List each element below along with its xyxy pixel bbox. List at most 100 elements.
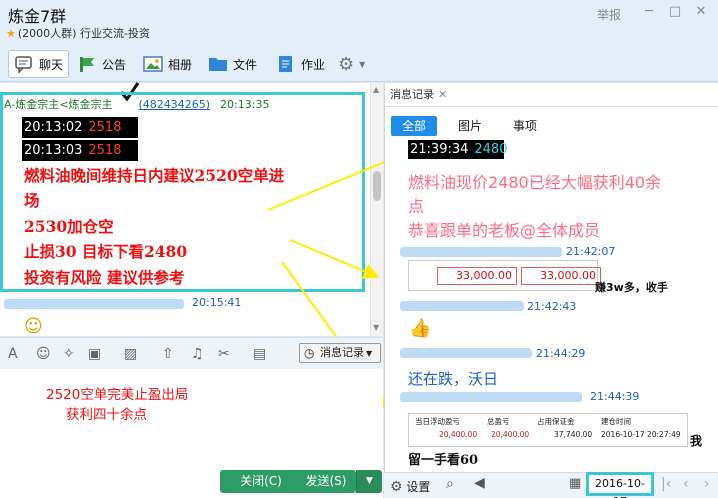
magic-icon[interactable]: ✧	[63, 346, 75, 362]
redacted-sender	[400, 247, 562, 257]
chat-icon	[14, 55, 34, 74]
input-text-line: 获利四十余点	[66, 407, 147, 423]
folder-icon	[208, 55, 228, 73]
tab-homework[interactable]: 作业	[271, 50, 330, 78]
calendar-icon[interactable]: ▦	[569, 476, 581, 491]
tab-announcement-label: 公告	[102, 57, 127, 72]
history-text-line: 点	[408, 197, 425, 216]
tab-homework-label: 作业	[301, 57, 326, 72]
table-header: 当日浮动盈亏	[415, 417, 460, 426]
tab-chat-label: 聊天	[39, 57, 64, 72]
message-time: 21:42:07	[566, 245, 616, 258]
history-tab[interactable]: 消息记录 ✕	[390, 86, 464, 104]
redacted-sender	[400, 301, 524, 311]
emoji-icon[interactable]: ☺	[36, 346, 51, 362]
chat-scrollbar[interactable]: ▲ ▼	[370, 83, 383, 336]
table-cell: 33,000.00	[521, 267, 601, 285]
table-cell: 20,400.00	[439, 430, 478, 439]
tab-files-label: 文件	[233, 57, 258, 72]
history-text-line: 还在跌，沃日	[408, 370, 499, 388]
prev-page-icon[interactable]: ‹	[683, 476, 689, 492]
tab-chat[interactable]: 聊天	[8, 50, 70, 78]
tab-album-label: 相册	[168, 57, 193, 72]
table-cell: 20,400.00	[491, 430, 530, 439]
star-icon: ★	[6, 27, 16, 40]
close-window-icon[interactable]: ✕	[692, 3, 710, 21]
upload-icon[interactable]: ⇧	[162, 346, 174, 362]
report-link[interactable]: 举报	[597, 6, 621, 23]
scroll-up-icon[interactable]: ▲	[373, 85, 379, 94]
smiley-emoji-icon: ☺	[24, 316, 43, 337]
account-table-snippet: 33,000.00 33,000.00	[408, 260, 601, 291]
first-page-icon[interactable]: |‹	[661, 476, 671, 492]
history-text-line: 恭喜跟单的老板@全体成员	[408, 221, 601, 240]
album-icon	[143, 55, 163, 73]
tab-files[interactable]: 文件	[203, 50, 262, 78]
redacted-sender	[400, 348, 532, 358]
red-packet-icon[interactable]: ▤	[253, 346, 266, 362]
send-options-chevron-icon[interactable]: ▼	[356, 470, 382, 493]
music-icon[interactable]: ♫	[191, 346, 204, 362]
position-table-snippet: 当日浮动盈亏 总盈亏 占用保证金 建仓时间 20,400.00 20,400.0…	[408, 413, 688, 447]
history-text-line: 留一手看60	[408, 453, 479, 468]
date-picker[interactable]: 2016-10-17	[586, 472, 654, 498]
table-cell: 37,740.00	[554, 430, 593, 439]
speaker-icon[interactable]: ◀	[474, 475, 485, 491]
history-tab-label: 消息记录	[390, 88, 434, 101]
tab-album[interactable]: 相册	[138, 50, 197, 78]
scroll-down-icon[interactable]: ▼	[373, 323, 379, 332]
chevron-down-icon: ▼	[366, 349, 373, 358]
search-icon[interactable]: ⌕	[446, 476, 454, 492]
message-history-button[interactable]: ◷ 消息记录 ▼	[299, 343, 381, 363]
quote-price: 2480	[474, 142, 508, 157]
font-icon[interactable]: A	[8, 346, 18, 362]
filter-images[interactable]: 图片	[450, 116, 490, 136]
group-title: 炼金7群	[8, 7, 67, 26]
message-time: 21:44:29	[536, 347, 586, 360]
gear-icon: ⚙	[338, 53, 355, 75]
scissors-icon[interactable]: ✂	[218, 346, 230, 362]
table-cell: 2016-10-17 20:27:49	[601, 430, 681, 439]
gift-icon[interactable]: ▣	[88, 346, 101, 362]
message-time: 20:15:41	[192, 296, 242, 309]
group-member-info: (2000人群) 行业交流-投资	[17, 27, 150, 40]
send-button[interactable]: 发送(S)	[296, 470, 356, 493]
settings-gear-dropdown[interactable]: ⚙ ▼	[333, 50, 370, 78]
message-time: 21:42:43	[527, 300, 577, 313]
highlight-box	[0, 92, 365, 292]
minimize-icon[interactable]: ─	[640, 3, 658, 21]
homework-icon	[276, 55, 296, 73]
history-text-line: 赚3w多，收手	[595, 281, 668, 294]
maximize-icon[interactable]: □	[666, 3, 684, 21]
settings-button[interactable]: ⚙ 设置	[390, 478, 430, 495]
message-time: 21:44:39	[590, 390, 640, 403]
gear-icon: ⚙	[390, 479, 403, 495]
history-text-line: 燃料油现价2480已经大幅获利40余	[408, 173, 662, 192]
tab-announcement[interactable]: 公告	[72, 50, 131, 78]
settings-label: 设置	[406, 480, 431, 494]
group-subtitle: ★ (2000人群) 行业交流-投资	[6, 25, 150, 41]
divider	[384, 106, 718, 107]
chevron-down-icon: ▼	[359, 59, 366, 69]
clock-icon: ◷	[304, 346, 315, 360]
table-header: 建仓时间	[601, 417, 631, 426]
input-text-line: 2520空单完美止盈出局	[46, 387, 189, 403]
close-tab-icon[interactable]: ✕	[438, 88, 447, 101]
close-button[interactable]: 关闭(C)	[220, 470, 302, 493]
message-header: 20:15:41	[4, 296, 241, 309]
table-cell: 33,000.00	[437, 267, 517, 285]
history-text-line: 我	[690, 434, 703, 448]
table-header: 总盈亏	[487, 417, 510, 426]
filter-all[interactable]: 全部	[391, 116, 437, 136]
table-header: 占用保证金	[537, 417, 575, 426]
redacted-sender	[400, 392, 582, 402]
filter-events[interactable]: 事项	[505, 116, 545, 136]
scroll-thumb[interactable]	[373, 171, 381, 201]
next-page-icon[interactable]: ›	[704, 476, 710, 492]
image-icon[interactable]: ▨	[124, 346, 137, 362]
message-history-label: 消息记录	[320, 346, 364, 359]
price-quote: 21:39:34 2480	[408, 140, 508, 159]
tab-bar: 聊天 公告 相册 文件 作业 ⚙ ▼	[0, 46, 718, 82]
thumbs-up-emoji-icon: 👍	[409, 318, 432, 339]
announcement-icon	[77, 55, 97, 73]
